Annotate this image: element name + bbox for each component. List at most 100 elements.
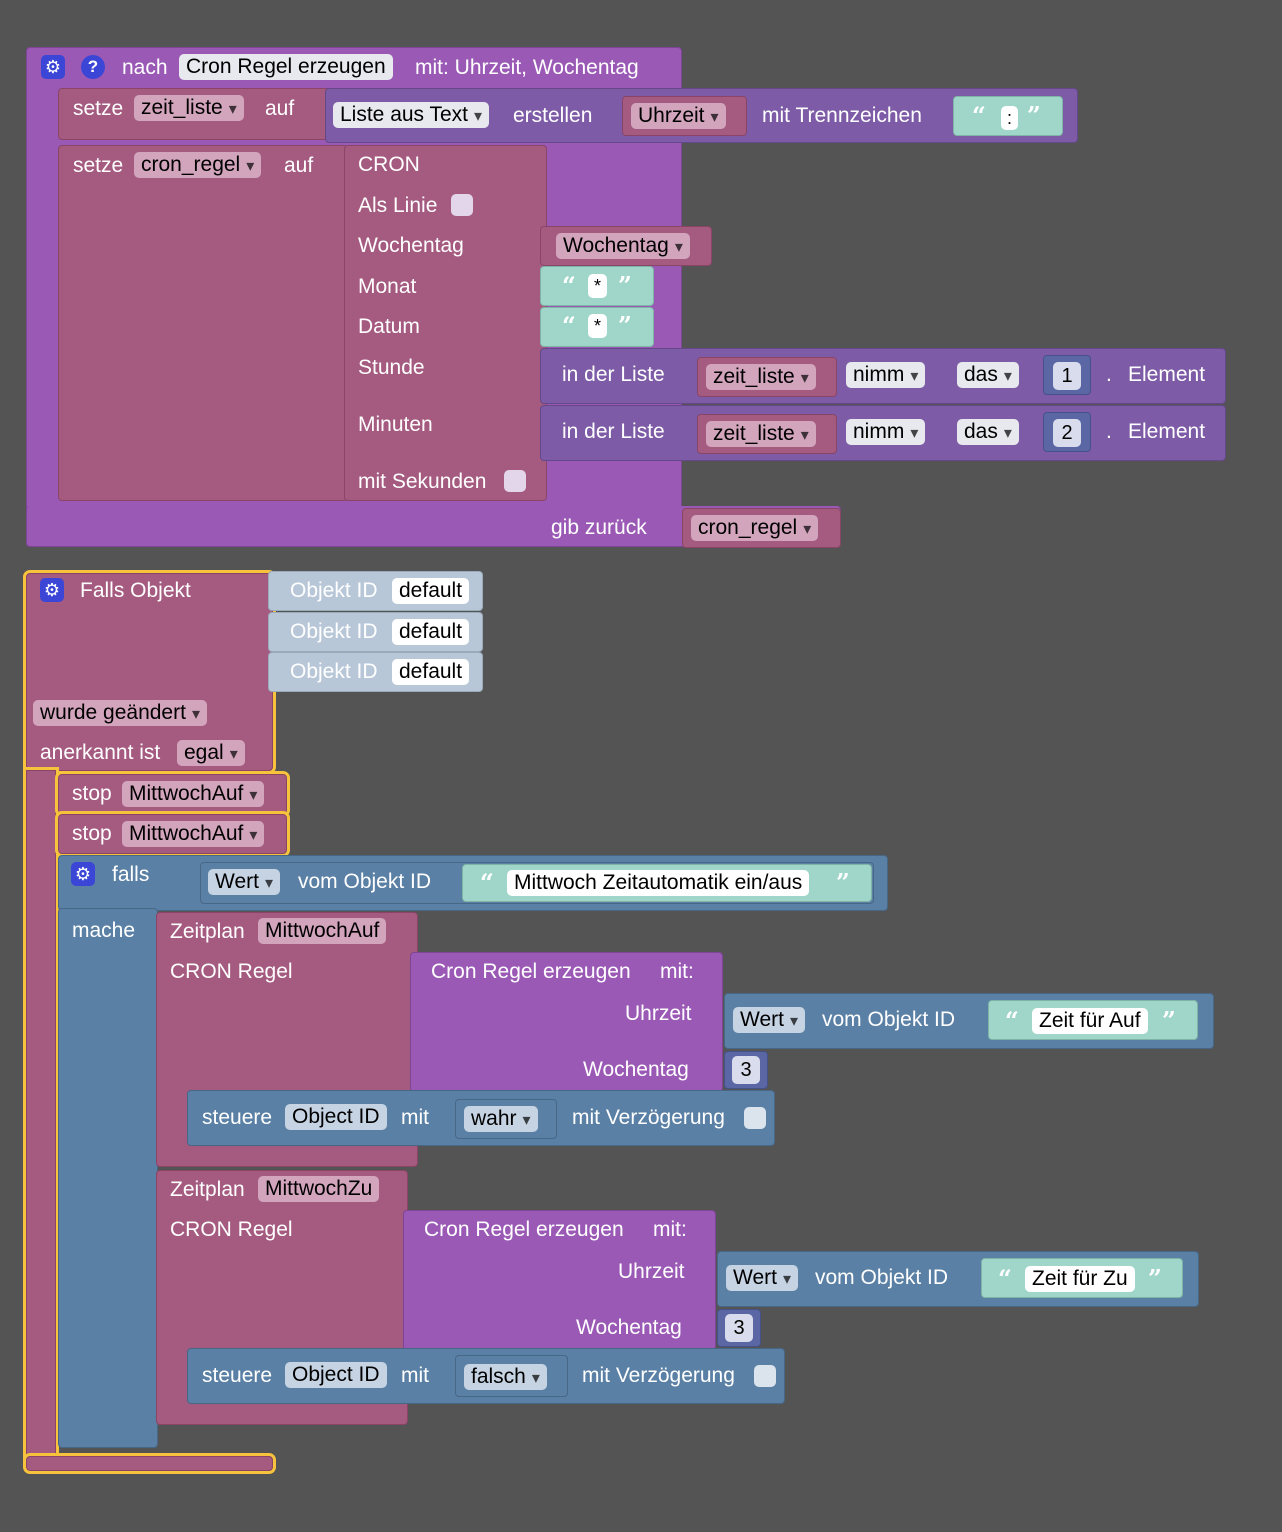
falsch-dropdown[interactable]: falsch xyxy=(464,1364,547,1390)
mit-verzoegerung-label: mit Verzögerung xyxy=(582,1364,735,1387)
dot-label: . xyxy=(1106,363,1112,386)
steuere-label: steuere xyxy=(202,1364,273,1387)
object-id-field-3[interactable]: default xyxy=(392,659,470,685)
change-type-dropdown[interactable]: wurde geändert xyxy=(33,700,207,726)
vom-objekt-id-label: vom Objekt ID xyxy=(298,870,432,893)
schedule-name-field-1[interactable]: MittwochAuf xyxy=(258,918,387,944)
gib-zurueck-label: gib zurück xyxy=(551,516,647,539)
erstellen-label: erstellen xyxy=(513,104,593,127)
return-var-dropdown[interactable]: cron_regel xyxy=(691,515,819,541)
das-dropdown[interactable]: das xyxy=(957,362,1019,388)
if-block-body-column xyxy=(58,908,158,1448)
falls-objekt-label: Falls Objekt xyxy=(80,579,191,602)
function-params-label: mit: Uhrzeit, Wochentag xyxy=(415,56,639,79)
stop-schedule-dropdown-1[interactable]: MittwochAuf xyxy=(122,781,265,807)
help-icon[interactable]: ? xyxy=(81,55,105,79)
minuten-label: Minuten xyxy=(358,413,433,436)
object-id-field[interactable]: Object ID xyxy=(285,1362,387,1388)
uhrzeit-label: Uhrzeit xyxy=(618,1260,685,1283)
mit-sekunden-label: mit Sekunden xyxy=(358,470,487,493)
open-quote-icon: “ xyxy=(562,271,576,300)
close-quote-icon: ” xyxy=(1148,1264,1162,1293)
function-name-field[interactable]: Cron Regel erzeugen xyxy=(179,54,393,80)
zeitplan-label: Zeitplan xyxy=(170,1178,245,1201)
cron-erzeugen-label: Cron Regel erzeugen xyxy=(424,1218,624,1241)
objekt-id-label: Objekt ID xyxy=(290,620,378,643)
separator-field[interactable]: : xyxy=(1001,106,1019,130)
zeit-liste-dropdown[interactable]: zeit_liste xyxy=(706,421,816,447)
nimm-dropdown[interactable]: nimm xyxy=(846,362,926,388)
settings-gear-icon[interactable]: ⚙ xyxy=(40,578,64,602)
cron-label: CRON xyxy=(358,153,420,176)
wochentag-number-field[interactable]: 3 xyxy=(725,1314,753,1342)
cron-regel-label: CRON Regel xyxy=(170,960,293,983)
als-linie-checkbox[interactable] xyxy=(451,194,473,216)
wochentag-label: Wochentag xyxy=(358,234,464,257)
stunde-label: Stunde xyxy=(358,356,425,379)
close-quote-icon: ” xyxy=(618,271,632,300)
index-field[interactable]: 2 xyxy=(1053,419,1081,447)
element-label: Element xyxy=(1128,420,1206,443)
monat-label: Monat xyxy=(358,275,417,298)
zeit-liste-dropdown[interactable]: zeit_liste xyxy=(706,364,816,390)
in-der-liste-label: in der Liste xyxy=(562,420,665,443)
trigger-body-column xyxy=(23,767,59,1473)
settings-gear-icon[interactable]: ⚙ xyxy=(41,55,65,79)
wert-dropdown[interactable]: Wert xyxy=(733,1007,805,1033)
stop-label: stop xyxy=(72,782,112,805)
object-id-field-2[interactable]: default xyxy=(392,619,470,645)
schedule-name-field-2[interactable]: MittwochZu xyxy=(258,1176,380,1202)
delay-checkbox[interactable] xyxy=(754,1365,776,1387)
stop-schedule-dropdown-2[interactable]: MittwochAuf xyxy=(122,821,265,847)
wert-dropdown[interactable]: Wert xyxy=(726,1265,798,1291)
mit-plain-label: mit xyxy=(401,1106,429,1129)
wochentag-var-dropdown[interactable]: Wochentag xyxy=(556,233,690,259)
wochentag-label: Wochentag xyxy=(583,1058,689,1081)
mit-sekunden-checkbox[interactable] xyxy=(504,470,526,492)
condition-object-id-field[interactable]: Mittwoch Zeitautomatik ein/aus xyxy=(507,870,810,896)
zeit-zu-field[interactable]: Zeit für Zu xyxy=(1025,1266,1135,1292)
uhrzeit-var-dropdown[interactable]: Uhrzeit xyxy=(631,103,726,129)
falls-label: falls xyxy=(112,863,150,886)
object-id-field-1[interactable]: default xyxy=(392,578,470,604)
cron-erzeugen-label: Cron Regel erzeugen xyxy=(431,960,631,983)
das-dropdown[interactable]: das xyxy=(957,419,1019,445)
setze-label-2: setze xyxy=(73,154,124,177)
func-nach-label: nach xyxy=(122,56,168,79)
var-cron-regel-dropdown[interactable]: cron_regel xyxy=(134,152,262,178)
close-quote-icon: ” xyxy=(836,868,850,897)
nimm-dropdown[interactable]: nimm xyxy=(846,419,926,445)
stop-label: stop xyxy=(72,822,112,845)
mit-label: mit: xyxy=(660,960,694,983)
cron-regel-label: CRON Regel xyxy=(170,1218,293,1241)
mit-trennzeichen-label: mit Trennzeichen xyxy=(762,104,922,127)
wert-dropdown[interactable]: Wert xyxy=(208,869,280,895)
wochentag-number-field[interactable]: 3 xyxy=(732,1056,760,1084)
settings-gear-icon[interactable]: ⚙ xyxy=(71,862,95,886)
vom-objekt-id-label: vom Objekt ID xyxy=(822,1008,956,1031)
zeit-auf-field[interactable]: Zeit für Auf xyxy=(1032,1008,1148,1034)
object-id-field[interactable]: Object ID xyxy=(285,1104,387,1130)
close-quote-icon: ” xyxy=(1162,1006,1176,1035)
list-mode-dropdown[interactable]: Liste aus Text xyxy=(333,102,490,128)
set-cron-regel-block[interactable] xyxy=(58,145,348,501)
vom-objekt-id-label: vom Objekt ID xyxy=(815,1266,949,1289)
open-quote-icon: “ xyxy=(562,311,576,340)
objekt-id-label: Objekt ID xyxy=(290,579,378,602)
ack-dropdown[interactable]: egal xyxy=(177,740,245,766)
monat-value-field[interactable]: * xyxy=(588,274,608,298)
var-zeit-liste-dropdown[interactable]: zeit_liste xyxy=(134,95,244,121)
wahr-dropdown[interactable]: wahr xyxy=(464,1106,538,1132)
steuere-label: steuere xyxy=(202,1106,273,1129)
index-field[interactable]: 1 xyxy=(1053,362,1081,390)
mit-plain-label: mit xyxy=(401,1364,429,1387)
open-quote-icon: “ xyxy=(480,868,494,897)
wochentag-label: Wochentag xyxy=(576,1316,682,1339)
als-linie-label: Als Linie xyxy=(358,194,438,217)
trigger-bottom-bar xyxy=(23,1453,276,1474)
delay-checkbox[interactable] xyxy=(744,1107,766,1129)
datum-value-field[interactable]: * xyxy=(588,314,608,338)
dot-label: . xyxy=(1106,420,1112,443)
open-quote-icon: “ xyxy=(998,1264,1012,1293)
mit-label: mit: xyxy=(653,1218,687,1241)
